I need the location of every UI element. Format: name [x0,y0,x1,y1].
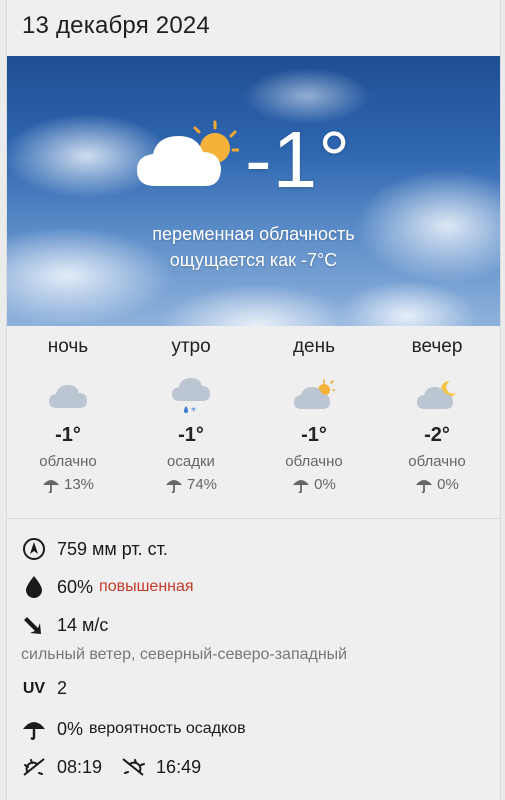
sunrise-time: 08:19 [57,756,103,777]
cloud-rain-snow-icon: * [172,378,210,415]
period-precip-value: 13% [63,476,95,493]
period-condition: облачно [408,453,466,470]
period-evening: вечер -2° облачно 0% [376,336,498,493]
period-name: ночь [47,336,89,357]
period-precip-value: 0% [437,476,459,493]
current-condition: переменная облачность [152,224,355,244]
humidity-value: 60% [57,576,94,597]
period-name: вечер [411,336,463,357]
period-precip: 74% [130,476,252,493]
period-morning: утро * -1° осадки 74% [130,336,252,493]
umbrella-icon [42,479,59,493]
uv-row: UV 2 [21,678,67,699]
wind-direction-arrow-icon [24,617,41,634]
period-night: ночь -1° облачно 13% [7,336,129,493]
weather-card: 13 декабря 2024 -1° переменная облачност… [6,0,501,800]
precip-row: 0% вероятность осадков [21,716,246,742]
period-condition: осадки [167,453,215,470]
period-precip: 13% [7,476,129,493]
day-periods: ночь -1° облачно 13% утро * -1° осадки 7… [7,336,500,506]
precip-text: вероятность осадков [89,720,246,737]
period-day: день -1° облачно 0% [253,336,375,493]
umbrella-icon [293,479,310,493]
current-weather-panel: -1° переменная облачность ощущается как … [7,56,500,326]
droplet-icon [26,576,42,598]
partly-cloudy-day-icon [137,120,239,186]
period-temperature: -2° [424,424,450,446]
sunset-time: 16:49 [156,756,202,777]
period-precip-value: 74% [186,476,218,493]
period-temperature: -1° [178,424,204,446]
period-name: день [292,336,336,357]
umbrella-icon [416,479,433,493]
period-temperature: -1° [301,424,327,446]
humidity-row: 60% повышенная [21,574,194,600]
sunset-icon [122,758,146,776]
precip-chance: 0% [57,718,84,739]
uv-value: 2 [57,678,68,698]
sunrise-icon [23,758,45,776]
current-temperature: -1° [245,115,352,204]
period-precip: 0% [253,476,375,493]
compass-icon [23,538,45,560]
pressure-value: 759 мм рт. ст. [57,538,168,559]
sun-row: 08:19 16:49 [21,754,201,780]
period-precip: 0% [376,476,498,493]
umbrella-icon [23,722,45,740]
cloud-sun-icon [294,379,335,409]
cloud-moon-icon [417,380,456,409]
cloud-icon [49,385,87,408]
uv-label: UV [22,679,46,697]
period-condition: облачно [39,453,97,470]
humidity-level: повышенная [99,578,194,595]
umbrella-icon [165,479,182,493]
feels-like: ощущается как -7°C [169,250,338,270]
wind-speed: 14 м/с [57,614,109,635]
pressure-row: 759 мм рт. ст. [21,536,168,562]
wind-row: 14 м/с [21,612,108,638]
period-temperature: -1° [55,424,81,446]
period-condition: облачно [285,453,343,470]
wind-description: сильный ветер, северный-северо-западный [21,646,348,663]
section-divider [7,518,500,519]
date-heading: 13 декабря 2024 [22,12,210,39]
svg-text:*: * [191,406,196,415]
period-precip-value: 0% [314,476,336,493]
period-name: утро [171,336,211,357]
